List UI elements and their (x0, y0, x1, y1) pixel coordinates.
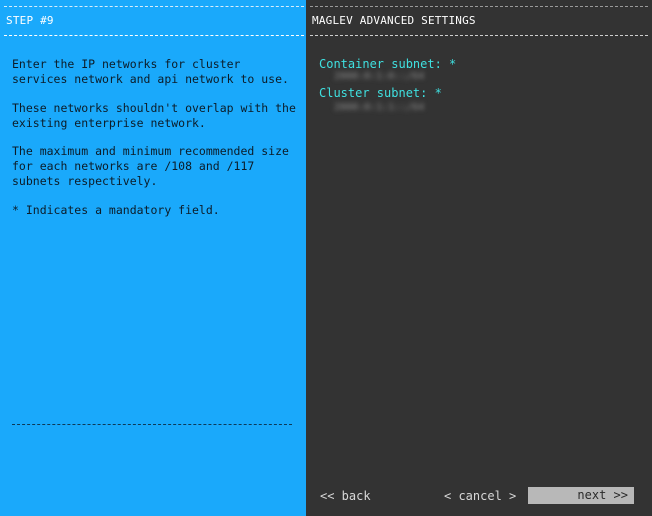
settings-title: MAGLEV ADVANCED SETTINGS (312, 14, 476, 27)
help-text-size: The maximum and minimum recommended size… (12, 144, 289, 188)
next-button[interactable]: next >> (528, 487, 634, 504)
cluster-subnet-label: Cluster subnet: * (319, 86, 442, 100)
help-text-networks: Enter the IP networks for cluster servic… (12, 57, 289, 86)
help-text-mandatory: * Indicates a mandatory field. (12, 203, 220, 217)
title-divider (4, 35, 304, 36)
container-subnet-input[interactable]: 2000:0:1:0::/64 (334, 71, 424, 82)
container-subnet-label: Container subnet: * (319, 57, 457, 71)
help-text-overlap: These networks shouldn't overlap with th… (12, 101, 296, 130)
cancel-button[interactable]: < cancel > (444, 489, 516, 503)
cluster-subnet-input[interactable]: 2000:0:1:1::/64 (334, 102, 424, 113)
top-divider (310, 6, 648, 7)
back-button[interactable]: << back (320, 489, 371, 503)
settings-pane: MAGLEV ADVANCED SETTINGS Container subne… (306, 0, 652, 516)
help-pane: STEP #9 Enter the IP networks for cluste… (0, 0, 306, 516)
installer-screen: STEP #9 Enter the IP networks for cluste… (0, 0, 652, 516)
top-divider (4, 6, 304, 7)
bottom-divider (12, 424, 292, 425)
title-divider (310, 35, 648, 36)
step-title: STEP #9 (6, 14, 54, 27)
